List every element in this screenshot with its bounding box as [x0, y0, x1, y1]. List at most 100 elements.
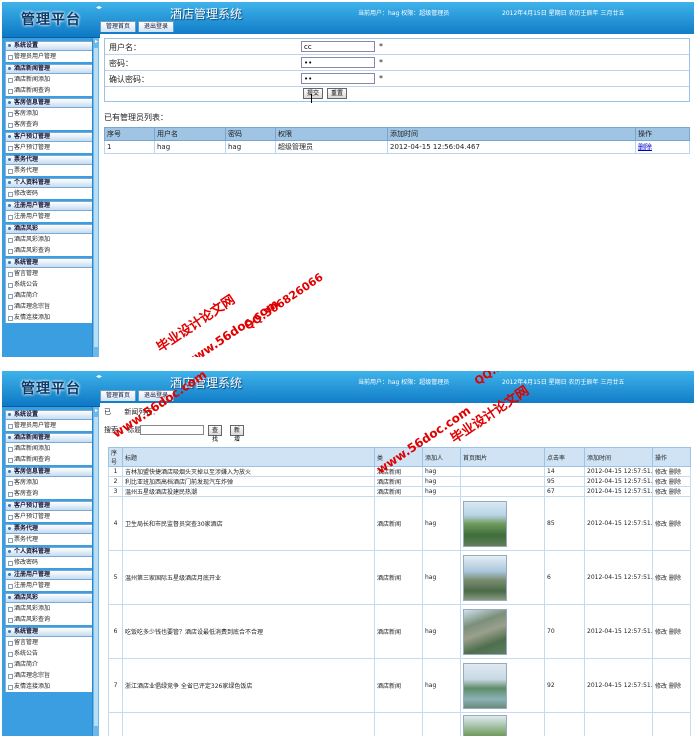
current-user-info: 当前用户：hag 权限：超级管理员 — [358, 10, 450, 17]
sidebar-group-title[interactable]: 酒店风彩 — [5, 593, 95, 603]
delete-link[interactable]: 删除 — [669, 469, 681, 476]
sidebar-item[interactable]: 酒店风彩查询 — [5, 614, 95, 625]
sidebar-item[interactable]: 酒店简介 — [5, 290, 95, 301]
cell-clicks: 92 — [544, 658, 585, 713]
cell-title: 吃饭吃多少钱也要管？酒店设最低消费到底合不合理 — [122, 604, 375, 659]
edit-link[interactable]: 修改 — [655, 469, 667, 476]
col-image: 首页图片 — [460, 447, 545, 467]
cell-added-by: hag — [422, 658, 461, 713]
sidebar-item[interactable]: 客房查询 — [5, 119, 95, 130]
cell-time: 2012-04-15 12:57:51.247 — [584, 658, 653, 713]
delete-link[interactable]: 删除 — [669, 683, 681, 690]
sidebar-item[interactable]: 酒店风彩查询 — [5, 245, 95, 256]
sidebar-item[interactable]: 管理员用户管理 — [5, 420, 95, 431]
sidebar-item[interactable]: 酒店新闻查询 — [5, 454, 95, 465]
delete-link[interactable]: 删除 — [669, 489, 681, 496]
sidebar-item[interactable]: 酒店理念宗旨 — [5, 670, 95, 681]
sidebar-item[interactable]: 系统公告 — [5, 648, 95, 659]
sidebar-group-title[interactable]: 票务代理 — [5, 524, 95, 534]
add-news-button[interactable]: 新增 — [230, 425, 245, 443]
sidebar-item[interactable]: 修改密码 — [5, 557, 95, 568]
edit-link[interactable]: 修改 — [655, 683, 667, 690]
required-mark: * — [379, 42, 383, 51]
sidebar-group-title[interactable]: 客户预订管理 — [5, 501, 95, 511]
sidebar-item[interactable]: 酒店风彩添加 — [5, 234, 95, 245]
search-input[interactable] — [140, 425, 204, 435]
collapse-arrow-icon[interactable]: ▸ — [93, 38, 100, 46]
sidebar-item[interactable]: 客户预订管理 — [5, 511, 95, 522]
edit-link[interactable]: 修改 — [655, 575, 667, 582]
sidebar-group-title[interactable]: 系统设置 — [5, 41, 95, 51]
sidebar-item[interactable]: 客房添加 — [5, 108, 95, 119]
edit-link[interactable]: 修改 — [655, 629, 667, 636]
sidebar-item[interactable]: 客户预订管理 — [5, 142, 95, 153]
logo: 管理平台 — [21, 381, 81, 397]
col-no: 序号 — [104, 127, 155, 141]
sidebar-menu: 系统设置 管理员用户管理 酒店新闻管理 酒店新闻添加 酒店新闻查询 客房信息管理 客房添加客… — [2, 407, 98, 736]
sidebar-item[interactable]: 票务代理 — [5, 534, 95, 545]
delete-link[interactable]: 删除 — [669, 479, 681, 486]
search-button[interactable]: 查找 — [208, 425, 223, 443]
sidebar-item[interactable]: 酒店新闻添加 — [5, 443, 95, 454]
sidebar-item[interactable]: 酒店风彩添加 — [5, 603, 95, 614]
edit-link[interactable]: 修改 — [655, 479, 667, 486]
collapse-arrow-icon[interactable]: ▸ — [93, 407, 100, 415]
screenshot-admin-management: 管理平台 ◂▸ 酒店管理系统 当前用户：hag 权限：超级管理员 2012年4月… — [2, 2, 694, 357]
sidebar-item[interactable]: 客房添加 — [5, 477, 95, 488]
cell-clicks: 14 — [544, 466, 585, 477]
cell-action: 修改 删除 — [652, 476, 691, 487]
cell-no: 2 — [108, 476, 123, 487]
delete-link[interactable]: 删除 — [638, 143, 652, 151]
sidebar-group-title[interactable]: 酒店新闻管理 — [5, 64, 95, 74]
sidebar-scrollbar[interactable]: ▸ — [92, 407, 99, 736]
sidebar-item[interactable]: 留言管理 — [5, 637, 95, 648]
collapse-icon[interactable]: ◂▸ — [96, 373, 106, 381]
sidebar-item[interactable]: 修改密码 — [5, 188, 95, 199]
scrollbar-track[interactable] — [94, 417, 98, 726]
sidebar-group-title[interactable]: 酒店新闻管理 — [5, 433, 95, 443]
sidebar-item[interactable]: 酒店新闻添加 — [5, 74, 95, 85]
sidebar-item[interactable]: 注册用户管理 — [5, 580, 95, 591]
confirm-password-input[interactable] — [301, 73, 375, 84]
delete-link[interactable]: 删除 — [669, 521, 681, 528]
tab-home[interactable]: 管理首页 — [100, 390, 137, 401]
cell-clicks: 95 — [544, 476, 585, 487]
scrollbar-track[interactable] — [94, 48, 98, 347]
delete-link[interactable]: 删除 — [669, 575, 681, 582]
tab-logout[interactable]: 退出登录 — [138, 21, 175, 32]
sidebar-group-title[interactable]: 系统管理 — [5, 258, 95, 268]
sidebar-item[interactable]: 客房查询 — [5, 488, 95, 499]
sidebar-group-title[interactable]: 个人资料管理 — [5, 178, 95, 188]
sidebar-group-title[interactable]: 注册用户管理 — [5, 570, 95, 580]
sidebar-item[interactable]: 管理员用户管理 — [5, 51, 95, 62]
username-input[interactable] — [301, 41, 375, 52]
collapse-icon[interactable]: ◂▸ — [96, 4, 106, 12]
sidebar-group-title[interactable]: 酒店风彩 — [5, 224, 95, 234]
sidebar-scrollbar[interactable]: ▸ — [92, 38, 99, 357]
edit-link[interactable]: 修改 — [655, 521, 667, 528]
tab-logout[interactable]: 退出登录 — [138, 390, 175, 401]
sidebar-item[interactable]: 酒店理念宗旨 — [5, 301, 95, 312]
sidebar-group-title[interactable]: 客房信息管理 — [5, 98, 95, 108]
sidebar-item[interactable]: 系统公告 — [5, 279, 95, 290]
sidebar-item[interactable]: 酒店新闻查询 — [5, 85, 95, 96]
sidebar-item[interactable]: 友情连接添加 — [5, 312, 95, 323]
sidebar-group-title[interactable]: 客房信息管理 — [5, 467, 95, 477]
cell-title: 吉林加盟快捷酒店吸烟头灭掉以至涉嫌入为放火 — [122, 466, 375, 477]
sidebar-group-title[interactable]: 系统管理 — [5, 627, 95, 637]
sidebar-group-title[interactable]: 注册用户管理 — [5, 201, 95, 211]
sidebar-item[interactable]: 票务代理 — [5, 165, 95, 176]
sidebar-group-title[interactable]: 个人资料管理 — [5, 547, 95, 557]
sidebar-item[interactable]: 酒店简介 — [5, 659, 95, 670]
sidebar-item[interactable]: 留言管理 — [5, 268, 95, 279]
tab-home[interactable]: 管理首页 — [100, 21, 137, 32]
sidebar-group-title[interactable]: 票务代理 — [5, 155, 95, 165]
reset-button[interactable]: 重置 — [327, 88, 348, 99]
edit-link[interactable]: 修改 — [655, 489, 667, 496]
sidebar-item[interactable]: 注册用户管理 — [5, 211, 95, 222]
password-input[interactable] — [301, 57, 375, 68]
delete-link[interactable]: 删除 — [669, 629, 681, 636]
sidebar-item[interactable]: 友情连接添加 — [5, 681, 95, 692]
sidebar-group-title[interactable]: 客户预订管理 — [5, 132, 95, 142]
sidebar-group-title[interactable]: 系统设置 — [5, 410, 95, 420]
